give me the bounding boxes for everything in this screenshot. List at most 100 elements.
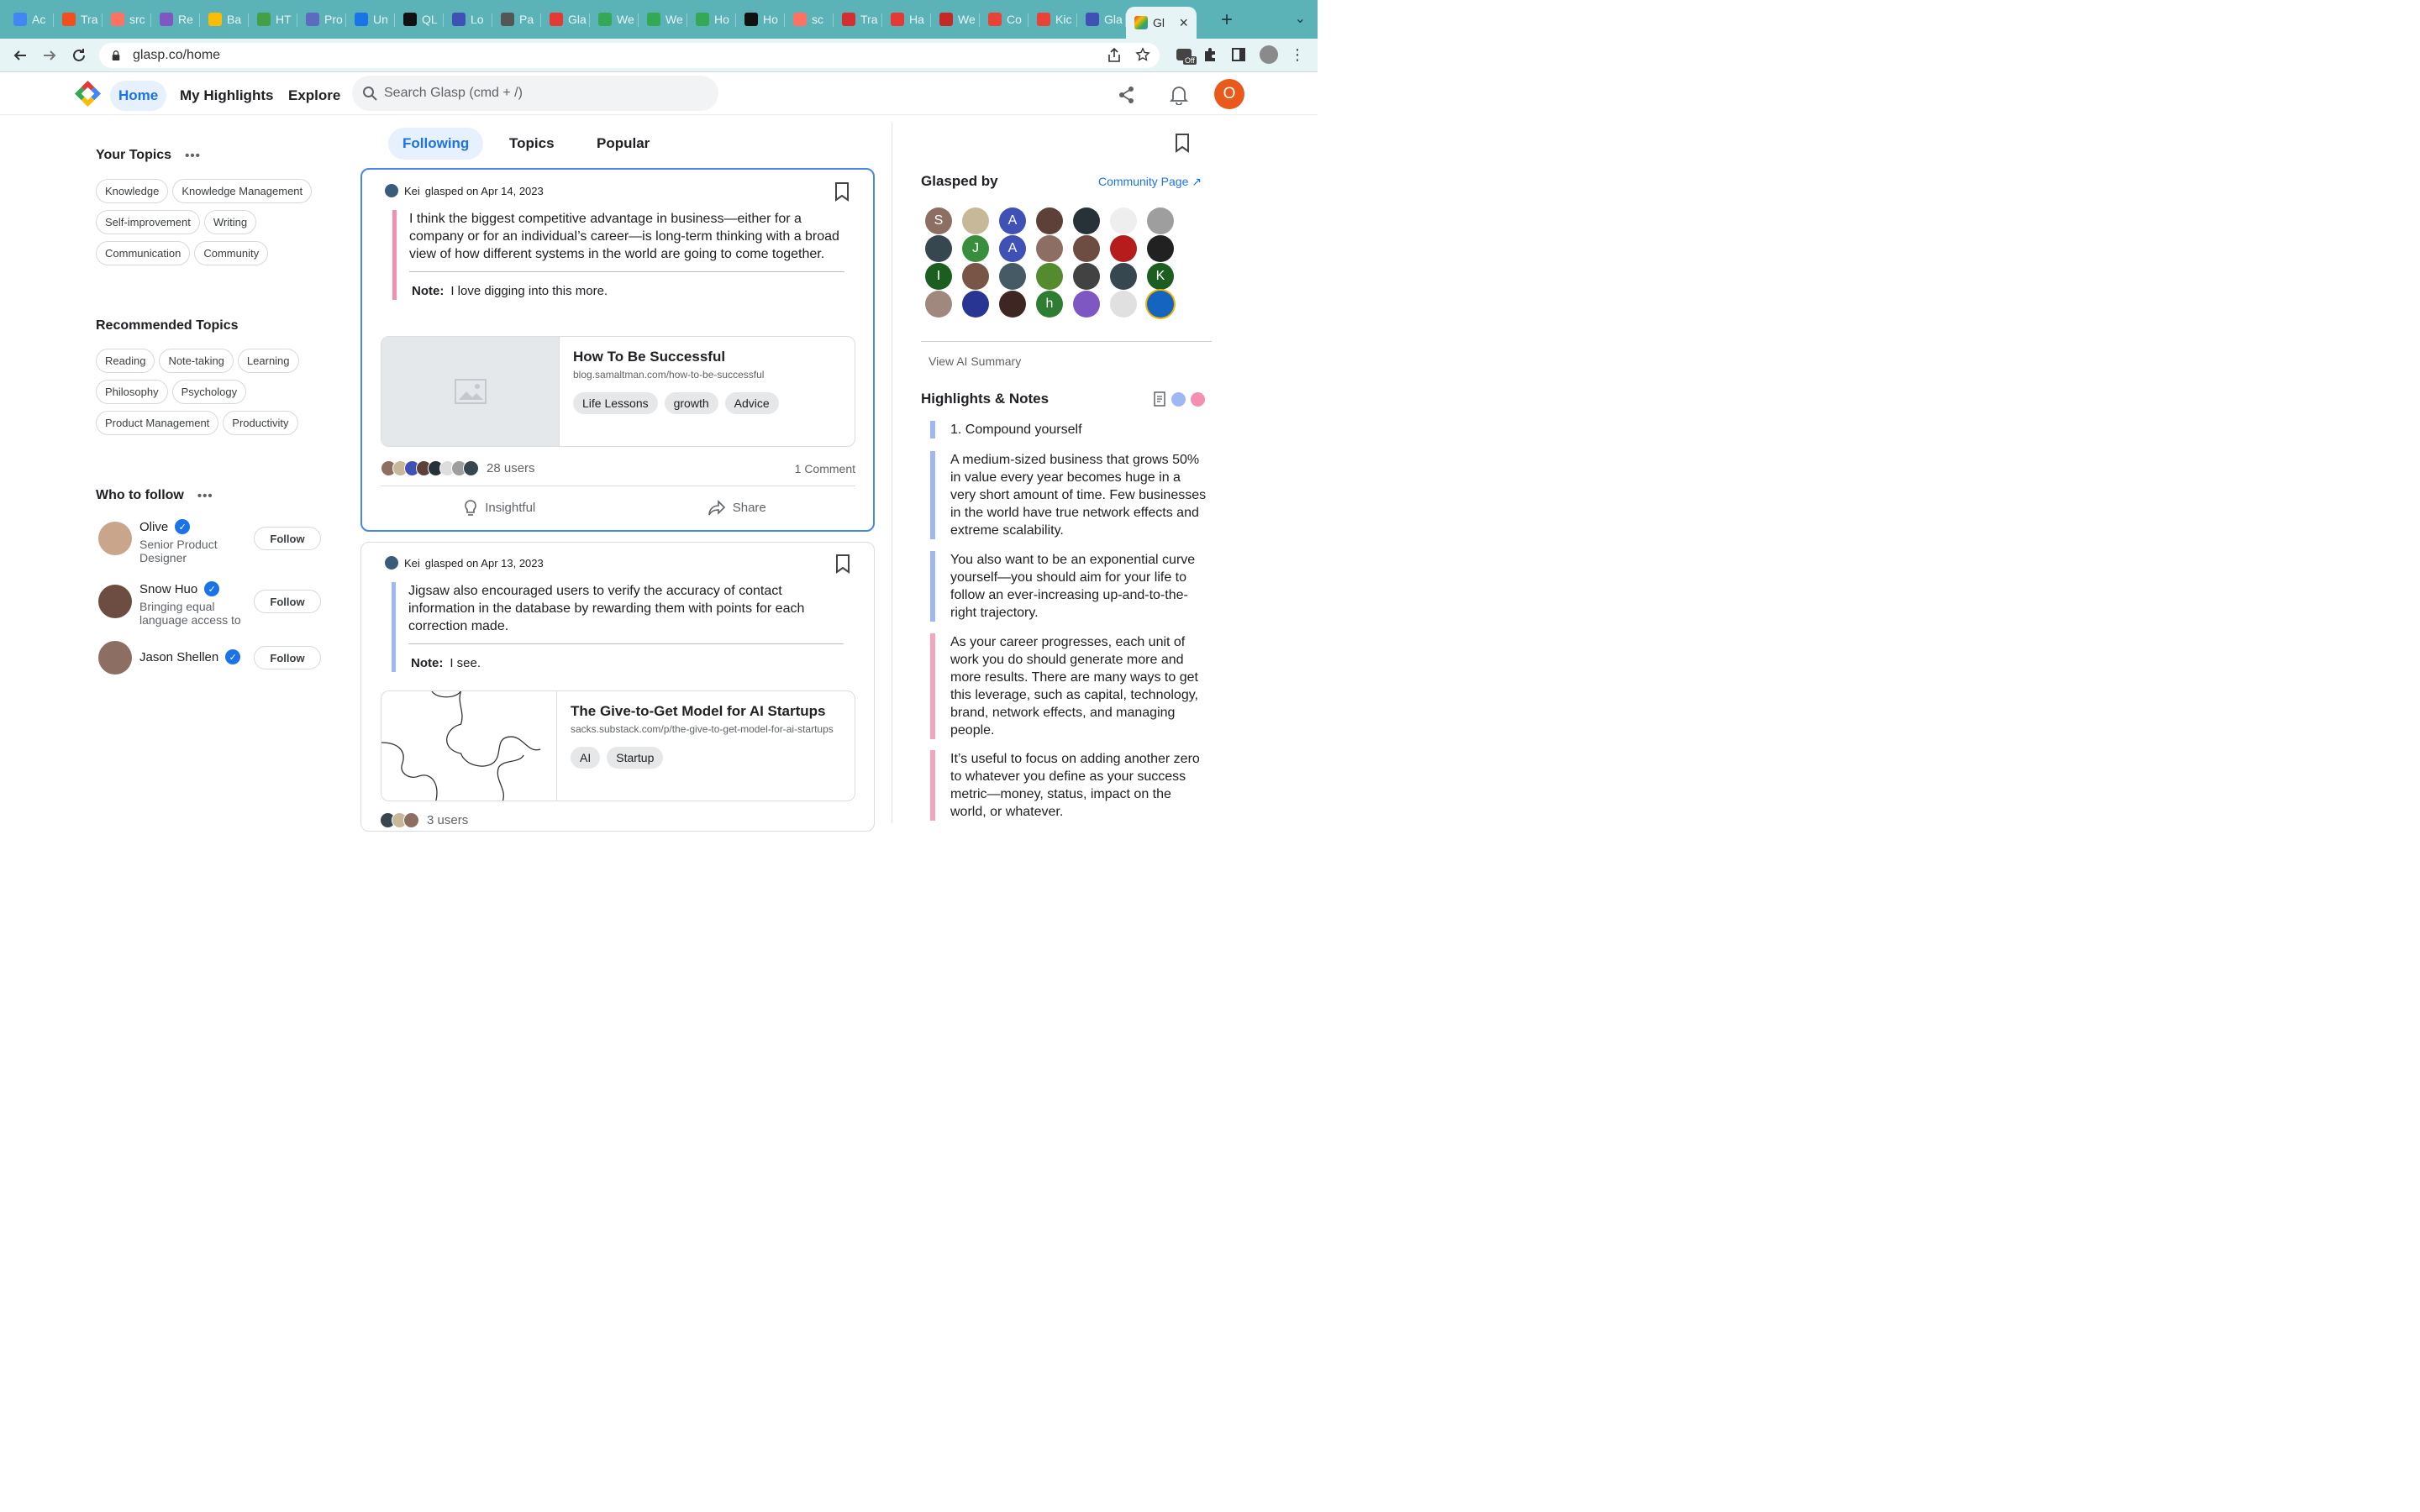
browser-tab[interactable]: sc bbox=[785, 6, 834, 33]
avatar[interactable] bbox=[962, 263, 989, 290]
browser-tab[interactable]: Ho bbox=[736, 6, 785, 33]
tag[interactable]: Startup bbox=[607, 747, 664, 769]
tab-popular[interactable]: Popular bbox=[582, 128, 664, 160]
highlight-card[interactable]: Kei glasped on Apr 14, 2023 I think the … bbox=[360, 168, 875, 532]
active-browser-tab[interactable]: Gl × bbox=[1126, 7, 1197, 39]
topic-chip[interactable]: Productivity bbox=[223, 411, 298, 435]
avatar[interactable] bbox=[1110, 291, 1137, 318]
document-icon[interactable] bbox=[1153, 391, 1166, 407]
browser-tab[interactable]: We bbox=[639, 6, 687, 33]
browser-menu-icon[interactable]: ⋮ bbox=[1285, 42, 1310, 67]
blue-color-filter[interactable] bbox=[1171, 391, 1186, 407]
avatar[interactable]: A bbox=[999, 207, 1026, 234]
follow-button[interactable]: Follow bbox=[254, 590, 321, 613]
browser-tab[interactable]: We bbox=[590, 6, 639, 33]
follow-name[interactable]: Olive bbox=[139, 520, 168, 534]
bookmark-icon[interactable] bbox=[1175, 133, 1190, 153]
share-page-icon[interactable] bbox=[1102, 42, 1127, 67]
topic-chip[interactable]: Psychology bbox=[171, 380, 247, 404]
avatar[interactable] bbox=[925, 291, 952, 318]
pink-color-filter[interactable] bbox=[1191, 391, 1205, 407]
avatar[interactable]: K bbox=[1147, 263, 1174, 290]
link-preview[interactable]: The Give-to-Get Model for AI Startups sa… bbox=[381, 690, 855, 801]
extensions-puzzle-icon[interactable] bbox=[1197, 42, 1223, 67]
url-input[interactable]: glasp.co/home bbox=[99, 43, 1160, 68]
avatar[interactable] bbox=[98, 522, 132, 555]
tab-search-chevron-icon[interactable]: ⌄ bbox=[1295, 10, 1306, 27]
avatar[interactable] bbox=[962, 291, 989, 318]
card-user[interactable]: Kei bbox=[404, 185, 420, 197]
avatar[interactable]: J bbox=[962, 235, 989, 262]
link-preview[interactable]: How To Be Successful blog.samaltman.com/… bbox=[381, 336, 855, 447]
browser-tab[interactable]: Kic bbox=[1028, 6, 1077, 33]
topic-chip[interactable]: Product Management bbox=[96, 411, 219, 435]
browser-tab[interactable]: We bbox=[931, 6, 980, 33]
bookmark-icon[interactable] bbox=[835, 554, 850, 574]
avatar[interactable] bbox=[1073, 235, 1100, 262]
avatar[interactable] bbox=[1110, 207, 1137, 234]
avatar[interactable] bbox=[1110, 263, 1137, 290]
tag[interactable]: AI bbox=[571, 747, 601, 769]
extension-off-icon[interactable]: Off bbox=[1171, 42, 1197, 67]
profile-avatar-icon[interactable] bbox=[1256, 42, 1281, 67]
user-avatar-stack[interactable] bbox=[380, 812, 419, 828]
tab-following[interactable]: Following bbox=[388, 128, 484, 160]
highlight-item[interactable]: It’s useful to focus on adding another z… bbox=[930, 750, 1207, 821]
preview-title[interactable]: How To Be Successful bbox=[573, 349, 779, 365]
bookmark-icon[interactable] bbox=[834, 181, 850, 202]
search-input[interactable]: Search Glasp (cmd + /) bbox=[352, 76, 718, 111]
avatar[interactable]: S bbox=[925, 207, 952, 234]
browser-tab[interactable]: Tra bbox=[54, 6, 103, 33]
browser-tab[interactable]: Ba bbox=[200, 6, 249, 33]
nav-home[interactable]: Home bbox=[110, 81, 167, 111]
topic-chip[interactable]: Writing bbox=[203, 210, 257, 234]
users-count[interactable]: 28 users bbox=[487, 461, 535, 475]
topic-chip[interactable]: Note-taking bbox=[159, 349, 234, 373]
tag[interactable]: growth bbox=[664, 392, 718, 414]
avatar[interactable]: h bbox=[1036, 291, 1063, 318]
browser-tab[interactable]: Pro bbox=[297, 6, 346, 33]
avatar[interactable] bbox=[1036, 263, 1063, 290]
back-button[interactable] bbox=[6, 41, 34, 70]
browser-tab[interactable]: HT bbox=[249, 6, 297, 33]
highlight-card[interactable]: Kei glasped on Apr 13, 2023 Jigsaw also … bbox=[360, 542, 875, 832]
browser-tab[interactable]: Ho bbox=[687, 6, 736, 33]
follow-button[interactable]: Follow bbox=[254, 527, 321, 550]
share-icon[interactable] bbox=[1113, 81, 1141, 109]
nav-my-highlights[interactable]: My Highlights bbox=[171, 81, 281, 111]
avatar[interactable] bbox=[98, 641, 132, 675]
tab-topics[interactable]: Topics bbox=[495, 128, 569, 160]
user-avatar-stack[interactable] bbox=[381, 460, 479, 476]
follow-name[interactable]: Snow Huo bbox=[139, 582, 197, 596]
topic-chip[interactable]: Knowledge Management bbox=[172, 179, 313, 203]
avatar[interactable] bbox=[999, 291, 1026, 318]
browser-tab[interactable]: Pa bbox=[492, 6, 541, 33]
avatar[interactable] bbox=[1147, 207, 1174, 234]
highlight-item[interactable]: You also want to be an exponential curve… bbox=[930, 551, 1207, 622]
new-tab-button[interactable]: + bbox=[1210, 7, 1244, 34]
topic-chip[interactable]: Communication bbox=[96, 241, 191, 265]
tag[interactable]: Life Lessons bbox=[573, 392, 658, 414]
highlight-item[interactable]: As your career progresses, each unit of … bbox=[930, 633, 1207, 739]
avatar[interactable] bbox=[1110, 235, 1137, 262]
avatar[interactable] bbox=[384, 555, 399, 570]
bookmark-star-icon[interactable] bbox=[1130, 42, 1155, 67]
topic-chip[interactable]: Self-improvement bbox=[96, 210, 200, 234]
glasp-logo-icon[interactable] bbox=[74, 80, 102, 108]
avatar[interactable]: A bbox=[999, 235, 1026, 262]
browser-tab[interactable]: Tra bbox=[834, 6, 882, 33]
avatar[interactable] bbox=[1073, 263, 1100, 290]
forward-button[interactable] bbox=[35, 41, 64, 70]
browser-tab[interactable]: Gla bbox=[1077, 6, 1126, 33]
avatar[interactable] bbox=[1036, 235, 1063, 262]
browser-tab[interactable]: Ha bbox=[882, 6, 931, 33]
nav-explore[interactable]: Explore bbox=[280, 81, 349, 111]
topic-chip[interactable]: Knowledge bbox=[96, 179, 169, 203]
topic-chip[interactable]: Philosophy bbox=[96, 380, 168, 404]
highlight-item[interactable]: 1. Compound yourself bbox=[930, 421, 1207, 438]
avatar[interactable]: I bbox=[925, 263, 952, 290]
browser-tab[interactable]: Un bbox=[346, 6, 395, 33]
view-ai-summary-link[interactable]: View AI Summary bbox=[929, 354, 1021, 368]
card-user[interactable]: Kei bbox=[404, 557, 420, 570]
avatar[interactable] bbox=[98, 585, 132, 618]
